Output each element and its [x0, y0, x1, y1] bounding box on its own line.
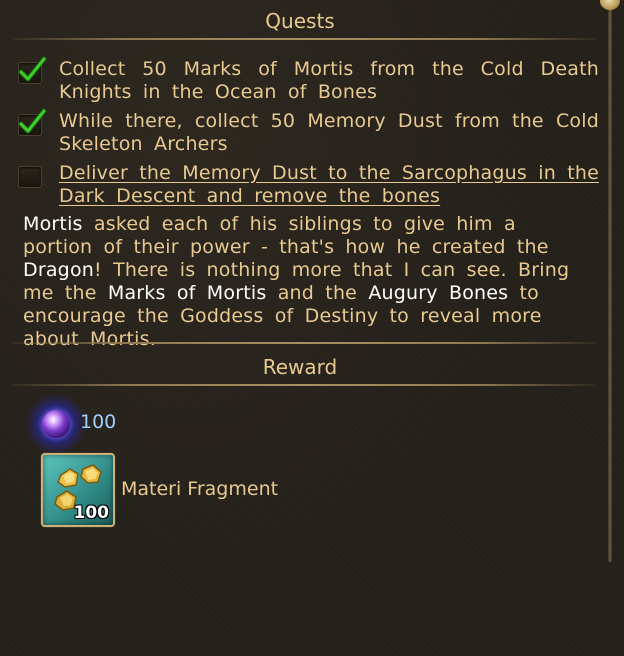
objective-1-checkbox [18, 56, 47, 84]
quest-description: Mortis asked each of his siblings to giv… [23, 213, 583, 351]
scrollbar-thumb[interactable] [600, 0, 620, 10]
desc-text-3: and the [266, 282, 369, 304]
objective-3-link[interactable]: Deliver the Memory Dust to the Sarcophag… [59, 162, 599, 208]
checkmark-icon [18, 56, 47, 82]
currency-reward[interactable] [24, 394, 88, 454]
reward-divider [12, 384, 596, 386]
reward-top-divider [12, 342, 596, 344]
quests-title: Quests [265, 9, 335, 33]
item-count: 100 [73, 503, 110, 523]
quests-divider [12, 38, 596, 40]
objective-1-text: Collect 50 Marks of Mortis from the Cold… [59, 58, 599, 103]
scrollbar-track[interactable] [608, 0, 612, 562]
desc-mortis: Mortis [23, 213, 83, 235]
objective-2-checkbox [18, 108, 47, 136]
desc-text-1: asked each of his siblings to give him a… [23, 213, 549, 258]
checkmark-icon [18, 108, 47, 134]
purple-gem-icon [42, 410, 70, 438]
desc-augury-bones: Augury Bones [368, 282, 509, 304]
desc-dragon: Dragon [23, 259, 95, 281]
currency-amount: 100 [80, 411, 117, 433]
objective-3-checkbox [18, 166, 42, 188]
materi-fragment-slot[interactable]: 100 [41, 453, 115, 527]
objective-2-text: While there, collect 50 Memory Dust from… [59, 110, 599, 155]
reward-title: Reward [262, 355, 338, 379]
desc-marks-of-mortis: Marks of Mortis [107, 282, 267, 304]
item-name: Materi Fragment [121, 478, 279, 500]
